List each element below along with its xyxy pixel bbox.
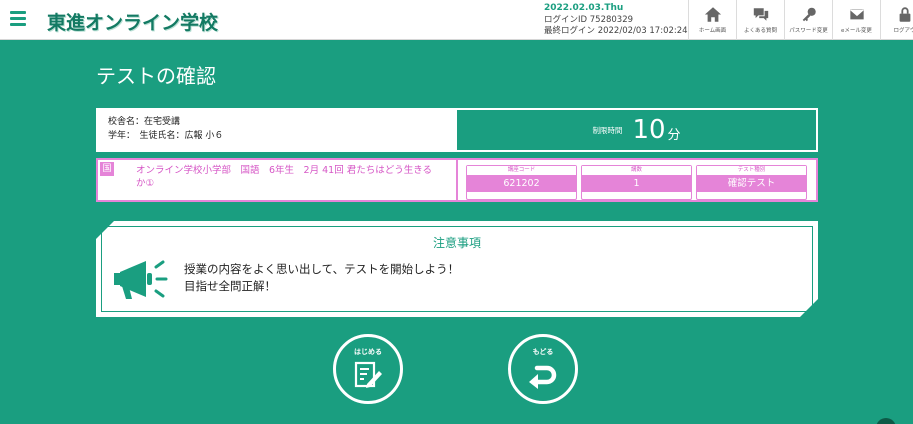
notice-corner <box>800 299 818 317</box>
notice-title: 注意事項 <box>432 236 481 250</box>
nav-label: ホーム画面 <box>698 28 727 34</box>
field-value: 確認テスト <box>697 175 806 192</box>
notice-line: 授業の内容をよく思い出して、テストを開始しよう！ <box>184 262 460 276</box>
time-limit-unit: 分 <box>667 127 681 143</box>
megaphone-icon <box>114 260 168 299</box>
header-nav: ホーム画面 よくある質問 パスワード変更 eメール変更 ログアウ <box>688 0 913 40</box>
nav-logout-button[interactable]: ログアウ <box>880 0 913 40</box>
nav-email-button[interactable]: eメール変更 <box>832 0 880 40</box>
home-icon <box>704 7 721 22</box>
mail-icon <box>848 8 865 21</box>
grade-student-name: 学年： 生徒氏名：広報 小６ <box>108 131 224 141</box>
field-value: 1 <box>582 175 691 192</box>
nav-password-button[interactable]: パスワード変更 <box>784 0 832 40</box>
notice-body: 授業の内容をよく思い出して、テストを開始しよう！ 目指せ全問正解！ <box>184 261 459 295</box>
login-id: ログインID 75280329 <box>544 14 634 25</box>
notice-panel: 注意事項 授業の内容をよく思い出して、テストを開始しよう！ 目指せ全問正解！ <box>96 221 818 317</box>
login-info: 2022.02.03.Thu ログインID 75280329 最終ログイン 20… <box>544 3 688 38</box>
start-button-label: はじめる <box>354 348 382 356</box>
nav-label: eメール変更 <box>841 28 872 34</box>
course-info: 国 オンライン学校小学部 国語 6年生 2月 41回 君たちはどう生きるか① 講… <box>96 158 818 202</box>
field-value: 621202 <box>467 175 576 192</box>
field-label: 講数 <box>582 166 691 175</box>
test-type-field: テスト種別 確認テスト <box>696 165 807 200</box>
time-limit-box: 制限時間 10 分 <box>455 108 818 152</box>
field-label: テスト種別 <box>697 166 806 175</box>
test-sheet-pencil-icon <box>354 361 382 388</box>
time-limit-label: 制限時間 <box>592 125 623 135</box>
last-login: 最終ログイン 2022/02/03 17:02:24 <box>544 26 688 36</box>
scroll-top-button[interactable] <box>876 418 896 424</box>
nav-faq-button[interactable]: よくある質問 <box>736 0 784 40</box>
header-bar: 東進オンライン学校 2022.02.03.Thu ログインID 75280329… <box>0 0 913 40</box>
course-code-field: 講座コード 621202 <box>466 165 577 200</box>
student-info: 校舎名：在宅受講 学年： 生徒氏名：広報 小６ <box>96 108 455 152</box>
nav-label: パスワード変更 <box>789 28 828 34</box>
key-icon <box>802 7 816 22</box>
nav-home-button[interactable]: ホーム画面 <box>688 0 736 40</box>
back-button[interactable]: もどる <box>508 334 578 404</box>
field-label: 講座コード <box>467 166 576 175</box>
site-logo[interactable]: 東進オンライン学校 <box>47 8 218 35</box>
return-arrow-icon <box>529 365 557 389</box>
nav-label: ログアウ <box>893 28 913 34</box>
menu-icon[interactable] <box>10 11 26 27</box>
school-name: 校舎名：在宅受講 <box>108 117 181 127</box>
back-button-label: もどる <box>532 348 554 356</box>
nav-label: よくある質問 <box>743 28 777 34</box>
course-title: オンライン学校小学部 国語 6年生 2月 41回 君たちはどう生きるか① <box>136 165 433 189</box>
page-title: テストの確認 <box>96 64 216 88</box>
subject-badge: 国 <box>100 162 114 176</box>
notice-line: 目指せ全問正解！ <box>184 279 276 293</box>
lock-icon <box>899 7 910 22</box>
start-button[interactable]: はじめる <box>333 334 403 404</box>
current-date: 2022.02.03.Thu <box>544 3 624 13</box>
time-limit-value: 10 <box>632 115 666 145</box>
lecture-number-field: 講数 1 <box>581 165 692 200</box>
faq-chat-icon <box>753 8 768 21</box>
